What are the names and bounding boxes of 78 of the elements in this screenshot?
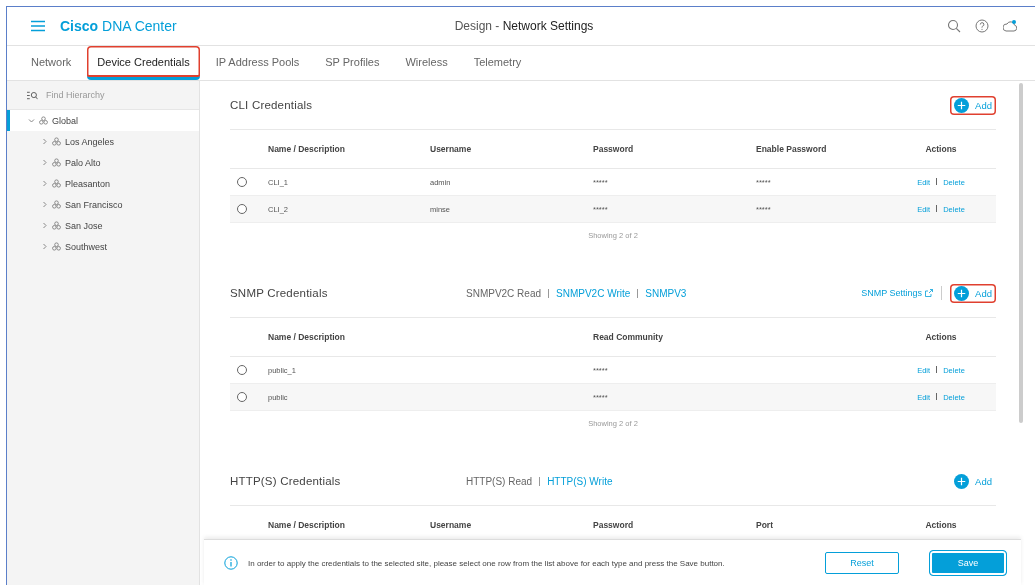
tree-item[interactable]: San Francisco bbox=[7, 194, 199, 215]
site-icon bbox=[39, 116, 48, 125]
plus-icon bbox=[954, 473, 970, 489]
info-message: In order to apply the credentials to the selected site, please select one row from the list above for each type and press the Save button. bbox=[248, 558, 726, 568]
column-header: Password bbox=[593, 144, 635, 154]
tree-label: Southwest bbox=[65, 241, 108, 252]
column-header: Username bbox=[430, 144, 473, 154]
column-header: Name / Description bbox=[268, 332, 346, 342]
tree-item[interactable]: Global bbox=[7, 110, 199, 131]
column-header: Actions bbox=[925, 520, 957, 530]
tree-item[interactable]: Palo Alto bbox=[7, 152, 199, 173]
radio-button[interactable] bbox=[237, 365, 247, 375]
protocol-tab[interactable]: SNMPV2C Read bbox=[466, 287, 542, 299]
chevron-icon[interactable] bbox=[41, 243, 48, 250]
column-header: Port bbox=[756, 520, 774, 530]
chevron-icon[interactable] bbox=[41, 138, 48, 145]
tab[interactable]: IP Address Pools bbox=[205, 46, 310, 80]
page-title: Design - Network Settings bbox=[454, 19, 594, 33]
app-logo[interactable]: Cisco DNA Center bbox=[60, 18, 177, 34]
reset-button[interactable]: Reset bbox=[825, 552, 899, 574]
add-button[interactable]: Add bbox=[950, 283, 996, 303]
notification-icon[interactable] bbox=[1003, 19, 1017, 33]
column-header: Actions bbox=[925, 144, 957, 154]
tree-item[interactable]: Southwest bbox=[7, 236, 199, 257]
column-header: Password bbox=[593, 520, 635, 530]
column-header: Name / Description bbox=[268, 144, 346, 154]
protocol-tab[interactable]: SNMPV3 bbox=[645, 287, 687, 299]
tree-label: Pleasanton bbox=[65, 178, 111, 189]
section-title: HTTP(S) Credentials bbox=[230, 475, 342, 487]
plus-icon bbox=[954, 97, 970, 113]
tab[interactable]: Telemetry bbox=[463, 46, 532, 80]
menu-icon[interactable] bbox=[31, 20, 45, 32]
protocol-tab[interactable]: HTTP(S) Write bbox=[547, 475, 613, 487]
chevron-icon[interactable] bbox=[41, 180, 48, 187]
tree-label: San Jose bbox=[65, 220, 103, 231]
column-header: Enable Password bbox=[756, 144, 828, 154]
tab[interactable]: Wireless bbox=[395, 46, 458, 80]
column-header: Name / Description bbox=[268, 520, 346, 530]
settings-link[interactable]: SNMP Settings bbox=[861, 288, 923, 298]
tree-item[interactable]: Pleasanton bbox=[7, 173, 199, 194]
protocol-tab[interactable]: HTTP(S) Read bbox=[466, 475, 533, 487]
search-icon[interactable] bbox=[947, 19, 961, 33]
tree-item[interactable]: San Jose bbox=[7, 215, 199, 236]
tree-label: San Francisco bbox=[65, 199, 123, 210]
search-icon bbox=[27, 90, 38, 100]
column-header: Actions bbox=[925, 332, 957, 342]
chevron-icon[interactable] bbox=[41, 201, 48, 208]
site-icon bbox=[52, 179, 61, 188]
chevron-icon[interactable] bbox=[28, 117, 35, 124]
tree-label: Global bbox=[52, 115, 78, 126]
tab[interactable]: SP Profiles bbox=[315, 46, 390, 80]
protocol-tab[interactable]: SNMPV2C Write bbox=[556, 287, 631, 299]
chevron-icon[interactable] bbox=[41, 159, 48, 166]
tree-item[interactable]: Los Angeles bbox=[7, 131, 199, 152]
tree-label: Los Angeles bbox=[65, 136, 115, 147]
section-title: CLI Credentials bbox=[230, 99, 314, 111]
info-icon bbox=[224, 556, 238, 570]
radio-button[interactable] bbox=[237, 204, 247, 214]
chevron-icon[interactable] bbox=[41, 222, 48, 229]
radio-button[interactable] bbox=[237, 392, 247, 402]
search-field[interactable]: Find Hierarchy bbox=[44, 89, 188, 101]
column-header: Read Community bbox=[593, 332, 664, 342]
plus-icon bbox=[954, 285, 970, 301]
site-icon bbox=[52, 221, 61, 230]
tree-label: Palo Alto bbox=[65, 157, 101, 168]
external-link-icon bbox=[925, 289, 934, 297]
site-icon bbox=[52, 200, 61, 209]
add-button[interactable]: Add bbox=[950, 95, 996, 115]
add-button[interactable]: Add bbox=[950, 471, 996, 491]
save-button[interactable]: Save bbox=[929, 550, 1007, 576]
help-icon[interactable] bbox=[975, 19, 989, 33]
site-icon bbox=[52, 242, 61, 251]
section-title: SNMP Credentials bbox=[230, 287, 329, 299]
tab[interactable]: Network bbox=[21, 46, 82, 80]
column-header: Username bbox=[430, 520, 473, 530]
site-icon bbox=[52, 158, 61, 167]
site-icon bbox=[52, 137, 61, 146]
radio-button[interactable] bbox=[237, 177, 247, 187]
